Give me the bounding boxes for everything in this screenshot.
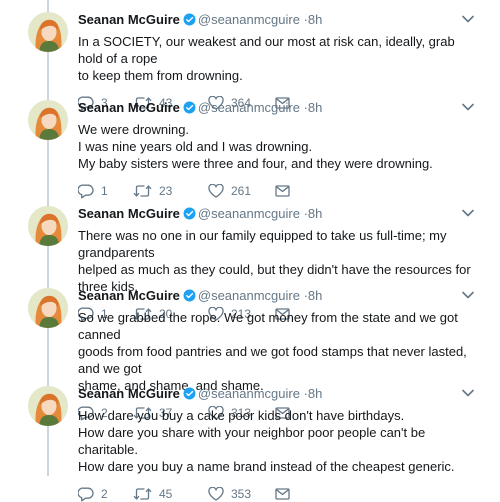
like-button[interactable]: 353 <box>208 487 275 501</box>
author-name[interactable]: Seanan McGuire <box>78 386 180 401</box>
avatar[interactable] <box>28 100 68 140</box>
author-name[interactable]: Seanan McGuire <box>78 12 180 27</box>
tweet-timestamp[interactable]: ·8h <box>304 386 323 401</box>
verified-badge-icon <box>183 13 196 30</box>
author-name[interactable]: Seanan McGuire <box>78 288 180 303</box>
heart-icon <box>208 184 224 198</box>
tweet-text: So we grabbed the rope. We got money fro… <box>78 310 467 393</box>
direct-message-button[interactable] <box>275 185 290 197</box>
chevron-down-icon[interactable] <box>458 384 478 402</box>
envelope-icon <box>275 185 290 197</box>
verified-badge-icon <box>183 289 196 306</box>
chevron-down-icon[interactable] <box>458 286 478 304</box>
tweet-timestamp[interactable]: ·8h <box>304 12 323 27</box>
chevron-down-icon[interactable] <box>458 204 478 222</box>
author-name[interactable]: Seanan McGuire <box>78 206 180 221</box>
reply-icon <box>78 486 94 502</box>
like-button[interactable]: 261 <box>208 184 275 198</box>
chevron-down-icon[interactable] <box>458 10 478 28</box>
like-count: 353 <box>231 487 252 501</box>
reply-icon <box>78 183 94 199</box>
tweet-actions: 2 45 353 <box>78 486 478 502</box>
reply-count: 1 <box>101 184 108 198</box>
tweet-timestamp[interactable]: ·8h <box>304 100 323 115</box>
retweet-button[interactable]: 45 <box>133 487 208 501</box>
retweet-count: 23 <box>159 184 173 198</box>
author-name[interactable]: Seanan McGuire <box>78 100 180 115</box>
retweet-button[interactable]: 23 <box>133 184 208 198</box>
avatar[interactable] <box>28 206 68 246</box>
avatar[interactable] <box>28 386 68 426</box>
author-handle[interactable]: @seananmcguire <box>198 288 300 303</box>
heart-icon <box>208 487 224 501</box>
tweet-timestamp[interactable]: ·8h <box>304 206 323 221</box>
retweet-icon <box>133 184 152 198</box>
verified-badge-icon <box>183 207 196 224</box>
author-handle[interactable]: @seananmcguire <box>198 206 300 221</box>
author-handle[interactable]: @seananmcguire <box>198 12 300 27</box>
reply-count: 2 <box>101 487 108 501</box>
avatar[interactable] <box>28 12 68 52</box>
chevron-down-icon[interactable] <box>458 98 478 116</box>
author-handle[interactable]: @seananmcguire <box>198 386 300 401</box>
reply-button[interactable]: 2 <box>78 486 133 502</box>
direct-message-button[interactable] <box>275 488 290 500</box>
tweet-text: There was no one in our family equipped … <box>78 228 471 294</box>
retweet-count: 45 <box>159 487 173 501</box>
tweet-timestamp[interactable]: ·8h <box>304 288 323 303</box>
retweet-icon <box>133 487 152 501</box>
tweet-thread: Seanan McGuire @seananmcguire ·8h In a SO… <box>0 0 500 501</box>
like-count: 261 <box>231 184 252 198</box>
author-handle[interactable]: @seananmcguire <box>198 100 300 115</box>
tweet-text: We were drowning. I was nine years old a… <box>78 122 433 171</box>
tweet-actions: 1 23 261 <box>78 183 478 199</box>
verified-badge-icon <box>183 387 196 404</box>
verified-badge-icon <box>183 101 196 118</box>
tweet-text: How dare you buy a cake poor kids don't … <box>78 408 455 474</box>
avatar[interactable] <box>28 288 68 328</box>
envelope-icon <box>275 488 290 500</box>
tweet-text: In a SOCIETY, our weakest and our most a… <box>78 34 455 83</box>
reply-button[interactable]: 1 <box>78 183 133 199</box>
